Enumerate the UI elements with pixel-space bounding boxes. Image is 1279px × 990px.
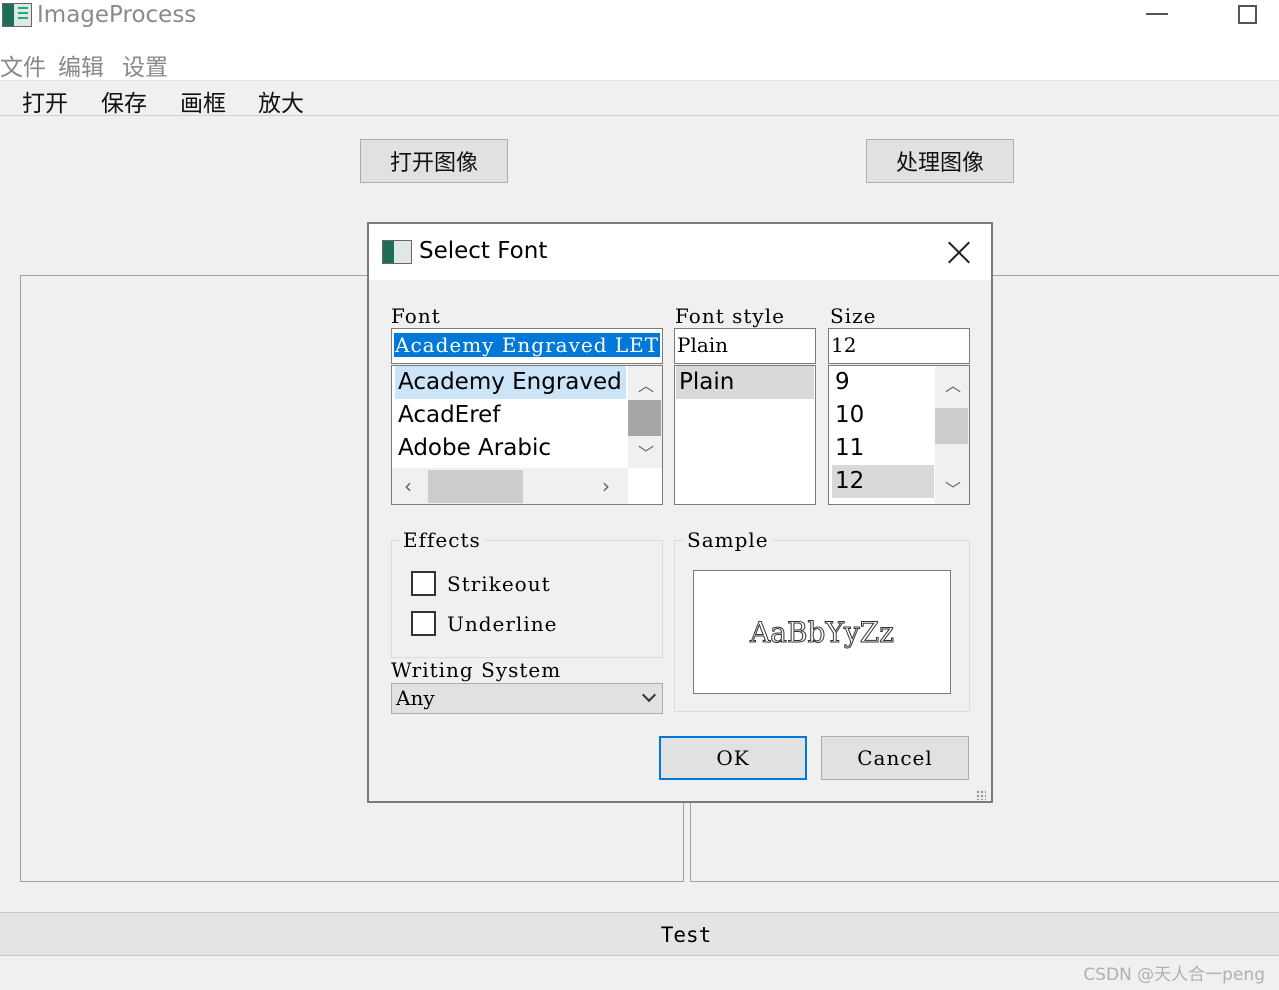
- font-style-list[interactable]: Plain: [674, 365, 816, 505]
- menu-settings[interactable]: 设置: [122, 48, 168, 82]
- font-label: Font: [391, 304, 441, 328]
- select-font-dialog: Select Font Font Academy Engraved LET Ac…: [367, 222, 993, 803]
- font-name-input[interactable]: Academy Engraved LET: [391, 328, 663, 364]
- menu-bar: 文件 编辑 设置: [0, 44, 1279, 82]
- strikeout-label: Strikeout: [447, 572, 551, 596]
- window-title: ImageProcess: [37, 2, 197, 28]
- underline-checkbox[interactable]: [411, 611, 436, 636]
- font-list-horizontal-scrollbar[interactable]: ‹ ›: [392, 468, 628, 504]
- writing-system-label: Writing System: [391, 658, 562, 682]
- dialog-title-bar: Select Font: [369, 224, 991, 280]
- resize-grip-icon[interactable]: [976, 790, 986, 800]
- cancel-button[interactable]: Cancel: [821, 736, 969, 780]
- minimize-icon[interactable]: [1146, 13, 1168, 15]
- toolbar-draw-box[interactable]: 画框: [180, 84, 226, 118]
- app-icon: [2, 3, 32, 27]
- size-list[interactable]: 9 10 11 12 ︿ ﹀: [828, 365, 970, 505]
- chevron-up-icon[interactable]: ︿: [945, 372, 961, 396]
- strikeout-checkbox[interactable]: [411, 571, 436, 596]
- toolbar-open[interactable]: 打开: [22, 84, 68, 118]
- chevron-right-icon[interactable]: ›: [602, 474, 610, 498]
- list-item[interactable]: AcadEref: [395, 399, 626, 432]
- size-label: Size: [830, 304, 877, 328]
- chevron-down-icon[interactable]: ﹀: [945, 476, 961, 500]
- sample-preview: AaBbYyZz: [693, 570, 951, 694]
- ok-button[interactable]: OK: [659, 736, 807, 780]
- open-image-button[interactable]: 打开图像: [360, 139, 508, 183]
- close-icon[interactable]: [947, 240, 971, 264]
- scrollbar-thumb[interactable]: [935, 408, 968, 444]
- list-item[interactable]: 9: [832, 366, 934, 399]
- list-item[interactable]: 10: [832, 399, 934, 432]
- font-list-vertical-scrollbar[interactable]: ︿ ﹀: [628, 366, 662, 468]
- menu-edit[interactable]: 编辑: [58, 48, 104, 82]
- list-item[interactable]: Academy Engraved LET: [395, 366, 626, 399]
- status-bar: Test: [0, 912, 1279, 956]
- maximize-icon[interactable]: [1238, 5, 1257, 24]
- dialog-title: Select Font: [419, 238, 548, 264]
- watermark: CSDN @天人合一peng: [1083, 965, 1265, 985]
- list-item[interactable]: Plain: [676, 366, 814, 399]
- toolbar-zoom[interactable]: 放大: [258, 84, 304, 118]
- font-list[interactable]: Academy Engraved LET AcadEref Adobe Arab…: [391, 365, 663, 505]
- status-text: Test: [660, 923, 712, 947]
- process-image-button[interactable]: 处理图像: [866, 139, 1014, 183]
- title-bar: ImageProcess: [0, 0, 1279, 44]
- size-input[interactable]: 12: [828, 328, 970, 364]
- chevron-down-icon: [641, 687, 657, 703]
- underline-label: Underline: [447, 612, 558, 636]
- writing-system-select[interactable]: Any: [391, 683, 663, 714]
- toolbar-save[interactable]: 保存: [101, 84, 147, 118]
- scrollbar-thumb[interactable]: [428, 470, 523, 503]
- font-style-label: Font style: [675, 304, 785, 328]
- font-name-value: Academy Engraved LET: [394, 333, 661, 357]
- font-style-input[interactable]: Plain: [674, 328, 816, 364]
- writing-system-value: Any: [396, 686, 435, 710]
- list-item[interactable]: 11: [832, 432, 934, 465]
- app-icon: [382, 240, 412, 264]
- toolbar: 打开 保存 画框 放大: [0, 80, 1279, 118]
- list-item[interactable]: Adobe Arabic: [395, 432, 626, 465]
- sample-label: Sample: [683, 528, 773, 552]
- size-list-scrollbar[interactable]: ︿ ﹀: [935, 366, 969, 504]
- effects-label: Effects: [399, 528, 485, 552]
- effects-group: [391, 540, 663, 658]
- chevron-left-icon[interactable]: ‹: [404, 474, 412, 498]
- chevron-up-icon[interactable]: ︿: [638, 372, 654, 396]
- menu-file[interactable]: 文件: [0, 48, 46, 82]
- list-item[interactable]: 12: [832, 465, 934, 498]
- scrollbar-thumb[interactable]: [628, 400, 661, 436]
- chevron-down-icon[interactable]: ﹀: [638, 440, 654, 464]
